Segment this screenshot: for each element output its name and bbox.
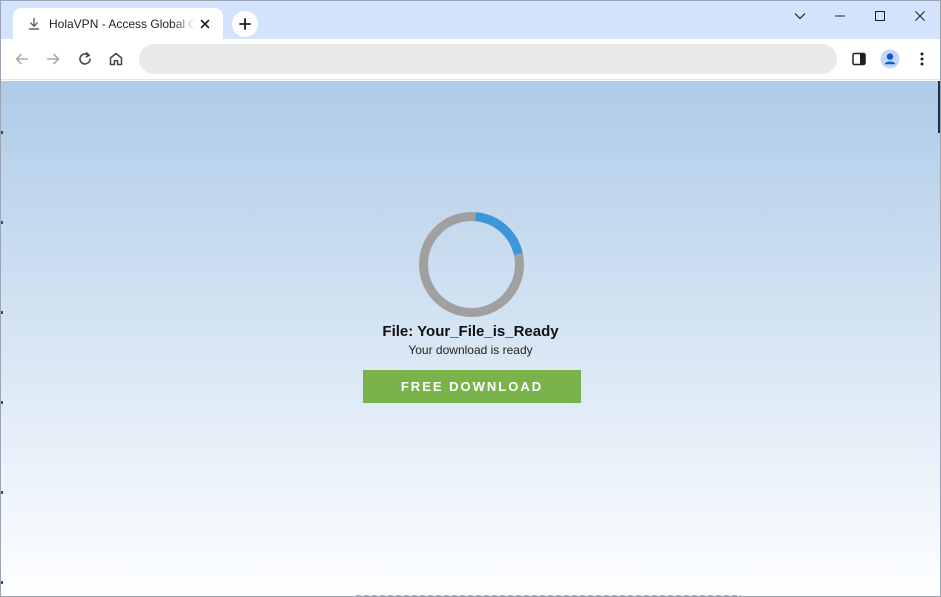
download-icon — [27, 17, 41, 31]
reload-button[interactable] — [73, 47, 97, 71]
loading-spinner — [419, 212, 524, 317]
minimize-button[interactable] — [820, 1, 860, 31]
forward-arrow-icon — [46, 53, 60, 65]
home-icon — [109, 52, 123, 66]
close-icon — [915, 11, 925, 21]
home-button[interactable] — [104, 47, 128, 71]
scrollbar[interactable] — [938, 81, 940, 133]
address-bar[interactable] — [139, 44, 837, 74]
menu-button[interactable] — [910, 47, 934, 71]
new-tab-button[interactable] — [232, 11, 258, 37]
window-edge — [1, 81, 3, 596]
download-status-text: Your download is ready — [408, 343, 533, 357]
browser-toolbar — [1, 39, 940, 80]
back-button[interactable] — [10, 47, 34, 71]
browser-window: HolaVPN - Access Global Content — [0, 0, 941, 597]
page-content: File: Your_File_is_Ready Your download i… — [1, 81, 940, 596]
side-panel-button[interactable] — [847, 47, 871, 71]
side-panel-icon — [852, 52, 866, 66]
free-download-button[interactable]: FREE DOWNLOAD — [363, 370, 581, 403]
profile-icon — [880, 49, 900, 69]
maximize-button[interactable] — [860, 1, 900, 31]
tab-strip: HolaVPN - Access Global Content — [1, 1, 940, 39]
tab-title: HolaVPN - Access Global Content — [49, 16, 195, 31]
reload-icon — [79, 52, 91, 65]
profile-button[interactable] — [878, 47, 902, 71]
file-title: File: Your_File_is_Ready — [382, 323, 559, 340]
chevron-down-icon — [794, 13, 806, 20]
back-arrow-icon — [15, 53, 29, 65]
plus-icon — [239, 18, 251, 30]
minimize-icon — [835, 15, 845, 17]
window-controls — [780, 1, 940, 31]
tab-search-button[interactable] — [780, 1, 820, 31]
close-window-button[interactable] — [900, 1, 940, 31]
tab-close-icon[interactable] — [197, 16, 213, 32]
kebab-menu-icon — [920, 52, 924, 66]
forward-button[interactable] — [41, 47, 65, 71]
maximize-icon — [875, 11, 885, 21]
tab-holavpn[interactable]: HolaVPN - Access Global Content — [13, 8, 223, 39]
